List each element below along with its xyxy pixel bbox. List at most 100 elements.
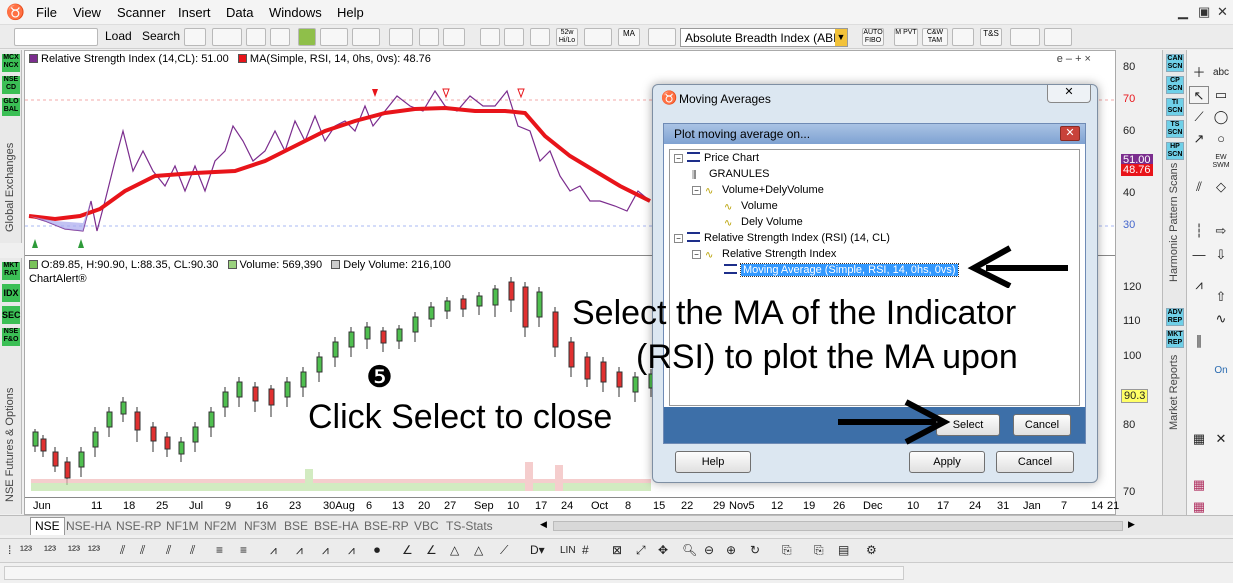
vertical-lines-icon[interactable]: ∥ (1189, 332, 1209, 350)
tree-node-volume-dely[interactable]: − ∿ Volume+DelyVolume (692, 184, 824, 197)
indicator-select[interactable]: Absolute Breadth Index (ABI ▼ (680, 28, 848, 47)
ew-swm-button[interactable]: EW SWM (1211, 154, 1231, 172)
apply-button[interactable]: Apply (909, 451, 985, 473)
pan-icon[interactable]: ✥ (658, 543, 668, 557)
dialog-close-button[interactable]: ✕ (1047, 85, 1091, 103)
triangle-icon[interactable]: △ (450, 543, 459, 557)
tab-nf2m[interactable]: NF2M (204, 519, 237, 533)
save-icon[interactable] (212, 28, 242, 46)
cp-scn-button[interactable]: CP SCN (1166, 76, 1184, 94)
collapse-icon[interactable]: − (692, 250, 701, 259)
pattern-grid-icon[interactable]: ▦ (1189, 476, 1209, 494)
chart-type-icon[interactable] (480, 28, 500, 46)
ma-button[interactable]: MA (618, 28, 640, 46)
arrow-up-icon[interactable]: ⇧ (1211, 288, 1231, 306)
tree-node-rsi-series[interactable]: − ∿ Relative Strength Index (692, 248, 836, 261)
lines4-icon[interactable]: ⫽ (190, 543, 195, 558)
horizontal-scrollbar[interactable] (553, 521, 1123, 531)
tree-node-volume[interactable]: ∿ Volume (724, 200, 778, 213)
tab-bse-ha[interactable]: BSE-HA (314, 519, 359, 533)
lines-icon[interactable]: ⫽ (120, 543, 125, 558)
circle-icon[interactable]: ○ (1211, 130, 1231, 148)
cw-tam-button[interactable]: C&W TAM (922, 28, 948, 46)
record-icon[interactable]: ⏺ (374, 543, 380, 558)
triangle2-icon[interactable]: △ (474, 543, 483, 557)
fan-icon[interactable]: ⩘ (270, 543, 277, 558)
navigator-icon[interactable] (320, 28, 348, 46)
format-icon[interactable]: ¹²³ (68, 543, 80, 557)
tab-nf1m[interactable]: NF1M (166, 519, 199, 533)
minimize-icon[interactable]: ▁ (1178, 4, 1188, 20)
overlay-icon[interactable] (648, 28, 676, 46)
arrow-down-icon[interactable]: ⇩ (1211, 246, 1231, 264)
hline2-icon[interactable]: ≡ (240, 543, 247, 557)
inner-cancel-button[interactable]: Cancel (1013, 414, 1071, 436)
ti-scn-button[interactable]: TI SCN (1166, 98, 1184, 116)
tab-nse-rp[interactable]: NSE-RP (116, 519, 161, 533)
collapse-icon[interactable]: − (674, 154, 683, 163)
menu-scanner[interactable]: Scanner (117, 5, 165, 20)
zoom-out-icon[interactable]: ⊖ (704, 543, 714, 557)
mkt-rat-button[interactable]: MKT RAT (2, 262, 20, 280)
tree-node-ma-selected[interactable]: Moving Average (Simple, RSI, 14, 0hs, 0v… (724, 263, 959, 277)
help-button[interactable]: Help (675, 451, 751, 473)
tab-ts-stats[interactable]: TS-Stats (446, 519, 493, 533)
nse-fo-button[interactable]: NSE F&O (2, 328, 20, 346)
52w-hilo-button[interactable]: 52w Hi/Lo (556, 28, 578, 46)
window-icon[interactable] (443, 28, 465, 46)
hp-scn-button[interactable]: HP SCN (1166, 142, 1184, 160)
horizontal-line-icon[interactable]: — (1189, 246, 1209, 264)
tab-vbc[interactable]: VBC (414, 519, 439, 533)
tab-bse[interactable]: BSE (284, 519, 308, 533)
mkt-rep-button[interactable]: MKT REP (1166, 330, 1184, 348)
vertical-line-icon[interactable]: ┆ (1189, 222, 1209, 240)
channel-icon[interactable]: ⫽ (1189, 178, 1209, 196)
format2-icon[interactable]: ¹²³ (88, 543, 100, 557)
angle-icon[interactable]: ∠ (402, 543, 413, 557)
lin-button[interactable]: LIN (560, 545, 576, 556)
tab-nse[interactable]: NSE (30, 517, 65, 535)
diamond-icon[interactable]: ◇ (1211, 178, 1231, 196)
link-icon[interactable] (389, 28, 413, 46)
crosshair-icon[interactable]: ＋ (1189, 64, 1209, 82)
menu-insert[interactable]: Insert (178, 5, 211, 20)
market-icon[interactable] (352, 28, 380, 46)
grid-toggle-icon[interactable]: # (582, 543, 589, 557)
on-toggle[interactable]: On (1211, 362, 1231, 380)
menu-help[interactable]: Help (337, 5, 364, 20)
plot-on-close-button[interactable]: ✕ (1060, 126, 1080, 141)
cursor-tool-icon[interactable] (184, 28, 206, 46)
adv-rep-button[interactable]: ADV REP (1166, 308, 1184, 326)
dw-icon[interactable] (298, 28, 316, 46)
abc-icon[interactable]: ⟋ (500, 543, 508, 558)
load-button[interactable]: Load (105, 29, 132, 43)
tree-node-rsi[interactable]: − Relative Strength Index (RSI) (14, CL) (674, 232, 890, 244)
auto-fibo-button[interactable]: AUTO FIBO (862, 28, 884, 46)
nse-cd-button[interactable]: NSE CD (2, 76, 20, 94)
tab-nf3m[interactable]: NF3M (244, 519, 277, 533)
ts-button[interactable]: T&S (980, 28, 1002, 46)
fit-icon[interactable]: ⤢ (636, 543, 646, 558)
d-icon[interactable]: D▾ (530, 543, 545, 557)
idx-button[interactable]: IDX (2, 284, 20, 302)
arrow-right-icon[interactable]: ⇨ (1211, 222, 1231, 240)
ellipse-icon[interactable]: ◯ (1211, 108, 1231, 126)
fan4-icon[interactable]: ⩘ (348, 543, 355, 558)
text-tool[interactable]: abc (1211, 64, 1231, 82)
gann-icon[interactable] (1010, 28, 1040, 46)
fan3-icon[interactable]: ⩘ (322, 543, 329, 558)
chevron-down-icon[interactable]: ▼ (835, 29, 847, 46)
zoom-icon[interactable]: 🔍︎ (682, 543, 697, 557)
menu-data[interactable]: Data (226, 5, 253, 20)
tree-node-price-chart[interactable]: − Price Chart (674, 152, 759, 164)
expand-icon[interactable]: ⊠ (612, 543, 622, 557)
tree-node-granules[interactable]: ⫼ GRANULES (692, 168, 770, 181)
print-icon[interactable] (246, 28, 266, 46)
refresh-icon[interactable]: ↻ (750, 543, 760, 557)
grid-icon[interactable]: ▦ (1189, 430, 1209, 448)
pointer-icon[interactable]: ↖ (1189, 86, 1209, 104)
tab-bse-rp[interactable]: BSE-RP (364, 519, 409, 533)
zoom-in-icon[interactable]: ⊕ (726, 543, 736, 557)
drawing-icon[interactable] (584, 28, 612, 46)
lines3-icon[interactable]: ⫽ (166, 543, 171, 558)
